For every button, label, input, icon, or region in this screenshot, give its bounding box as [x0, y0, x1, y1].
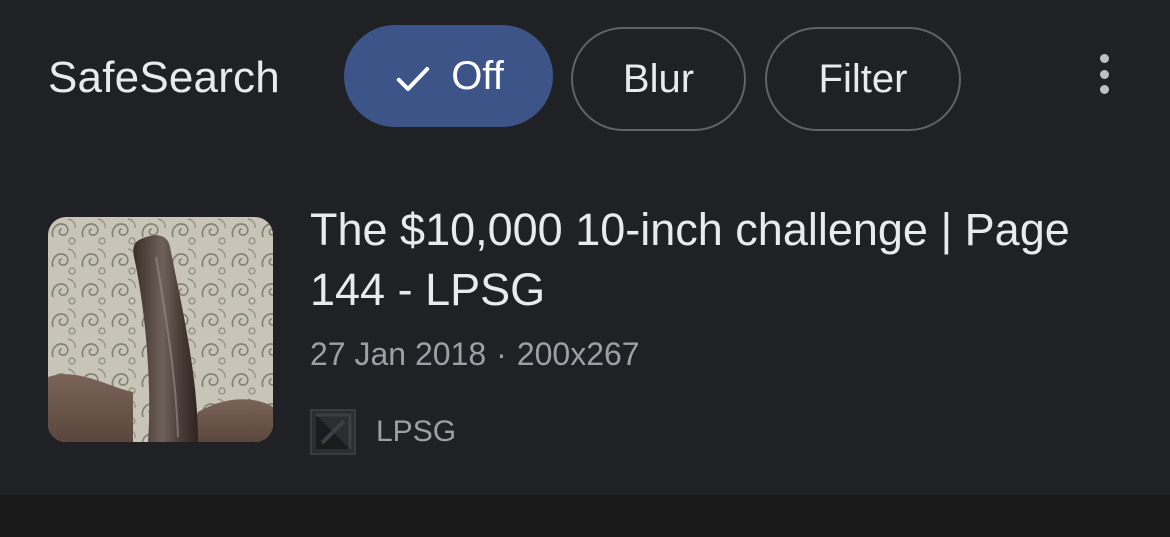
thumbnail-image — [48, 217, 273, 442]
more-vert-icon-dot — [1099, 54, 1109, 63]
safesearch-filter-chip[interactable]: Filter — [765, 27, 961, 131]
result-source[interactable]: LPSG — [310, 408, 456, 456]
results-card: SafeSearch Off Blur Filter The $10,000 1… — [0, 0, 1170, 495]
source-name: LPSG — [376, 415, 457, 448]
safesearch-blur-chip[interactable]: Blur — [571, 27, 746, 131]
result-dimensions: 200x267 — [516, 336, 640, 372]
safesearch-label: SafeSearch — [48, 53, 280, 102]
more-vert-icon-dot — [1099, 69, 1109, 79]
more-vert-icon-dot — [1099, 85, 1109, 94]
next-result-edge — [0, 495, 1170, 537]
off-chip-label: Off — [451, 53, 504, 98]
site-favicon-icon — [310, 409, 356, 455]
blur-chip-label: Blur — [622, 56, 695, 101]
more-options-button[interactable] — [1086, 50, 1122, 98]
safesearch-off-chip[interactable]: Off — [344, 25, 553, 127]
result-meta: 27 Jan 2018 · 200x267 — [310, 334, 640, 374]
filter-chip-label: Filter — [818, 56, 908, 101]
result-thumbnail[interactable] — [48, 217, 273, 442]
result-date: 27 Jan 2018 — [310, 336, 487, 372]
meta-separator: · — [496, 336, 507, 372]
result-title-link[interactable]: The $10,000 10-inch challenge | Page 144… — [310, 200, 1130, 320]
check-icon — [397, 67, 430, 91]
